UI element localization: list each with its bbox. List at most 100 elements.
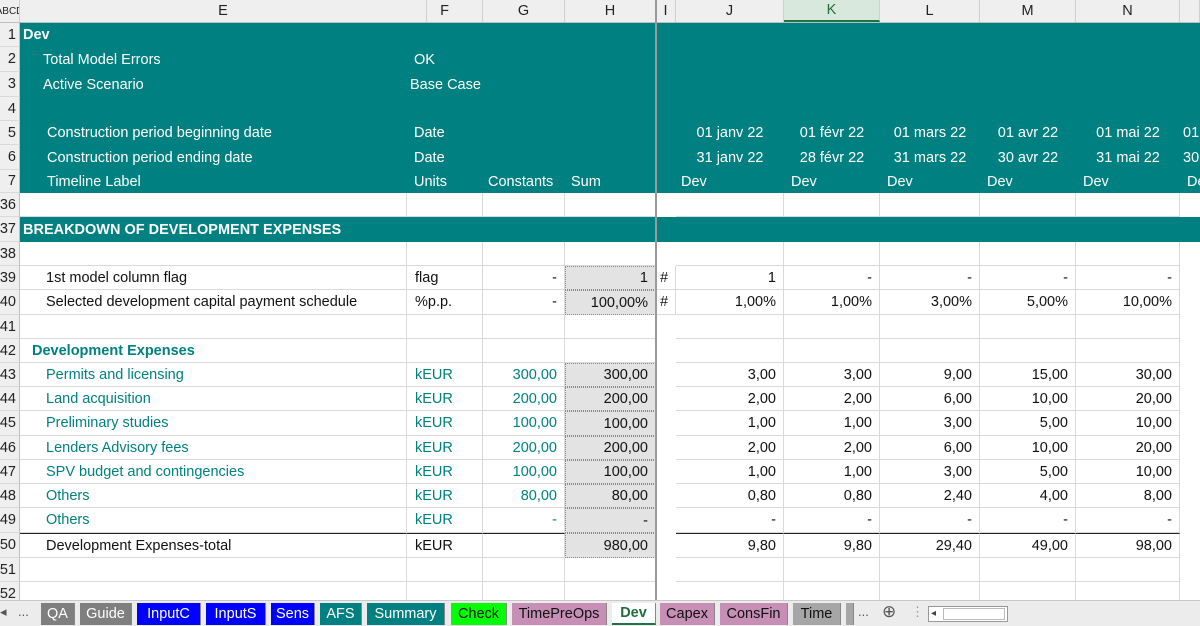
cell[interactable]	[483, 193, 565, 217]
item-value[interactable]: 0,80	[784, 484, 880, 508]
cell[interactable]	[880, 582, 980, 600]
cell[interactable]	[980, 193, 1076, 217]
sheet-tab-summary[interactable]: Summary	[367, 603, 445, 625]
item-label[interactable]: Land acquisition	[20, 387, 407, 411]
item-unit[interactable]: kEUR	[407, 508, 483, 533]
item-value[interactable]: 6,00	[880, 436, 980, 460]
cell[interactable]	[1076, 315, 1180, 339]
total-value[interactable]: 49,00	[980, 533, 1076, 558]
col-header-f[interactable]: F	[407, 0, 483, 22]
item-label[interactable]: Preliminary studies	[20, 411, 407, 436]
cell[interactable]	[980, 315, 1076, 339]
sheet-tab-consfin[interactable]: ConsFin	[720, 603, 788, 625]
item-unit[interactable]: kEUR	[407, 411, 483, 436]
item-label[interactable]: SPV budget and contingencies	[20, 460, 407, 484]
item-sum[interactable]: 80,00	[565, 484, 656, 508]
cell[interactable]	[1076, 242, 1180, 266]
sheet-tab-inputs[interactable]: InputS	[206, 603, 266, 625]
row-number[interactable]: 46	[0, 436, 20, 460]
row-number[interactable]: 7	[0, 170, 20, 193]
item-value[interactable]: 1,00	[676, 411, 784, 436]
flag-sum[interactable]: 1	[565, 266, 656, 290]
cell[interactable]	[565, 339, 656, 363]
total-value[interactable]: 9,80	[784, 533, 880, 558]
item-value[interactable]: -	[1076, 508, 1180, 533]
col-header-h[interactable]: H	[565, 0, 656, 22]
sheet-tab-partial[interactable]	[846, 603, 854, 625]
item-unit[interactable]: kEUR	[407, 460, 483, 484]
end-date-cell[interactable]: 30 avr 22	[980, 145, 1076, 170]
flag-value[interactable]: -	[980, 266, 1076, 290]
item-value[interactable]: 1,00	[676, 460, 784, 484]
item-value[interactable]: 2,00	[784, 436, 880, 460]
item-label[interactable]: Permits and licensing	[20, 363, 407, 387]
item-value[interactable]: 15,00	[980, 363, 1076, 387]
item-sum[interactable]: 200,00	[565, 436, 656, 460]
end-date-cell[interactable]: 31 janv 22	[676, 145, 784, 170]
total-value[interactable]: 9,80	[676, 533, 784, 558]
item-value[interactable]: 2,00	[676, 387, 784, 411]
row-number[interactable]: 45	[0, 411, 20, 436]
schedule-sum[interactable]: 100,00%	[565, 290, 656, 315]
cell[interactable]	[784, 242, 880, 266]
add-sheet-icon[interactable]: ⊕	[882, 602, 896, 622]
sheet-tab-capex[interactable]: Capex	[660, 603, 715, 625]
cell[interactable]	[20, 582, 407, 600]
flag-constant[interactable]: -	[483, 266, 565, 290]
cell[interactable]	[483, 558, 565, 582]
flag-value[interactable]: -	[1076, 266, 1180, 290]
total-value[interactable]: 29,40	[880, 533, 980, 558]
cell[interactable]	[676, 558, 784, 582]
cell[interactable]	[880, 315, 980, 339]
col-header-j[interactable]: J	[676, 0, 784, 22]
cell[interactable]	[565, 315, 656, 339]
row-number[interactable]: 51	[0, 558, 20, 582]
cell[interactable]	[1076, 558, 1180, 582]
begin-date-cell[interactable]: 01 mai 22	[1076, 121, 1180, 145]
item-value[interactable]: 30,00	[1076, 363, 1180, 387]
item-value[interactable]: 1,00	[784, 411, 880, 436]
cell[interactable]	[407, 582, 483, 600]
cell[interactable]	[483, 582, 565, 600]
cell[interactable]	[880, 558, 980, 582]
cell[interactable]	[1076, 193, 1180, 217]
item-sum[interactable]: 200,00	[565, 387, 656, 411]
cell[interactable]	[565, 582, 656, 600]
end-date-cell[interactable]: 31 mai 22	[1076, 145, 1180, 170]
row-number[interactable]: 39	[0, 266, 20, 290]
cell[interactable]	[407, 558, 483, 582]
sheet-tab-afs[interactable]: AFS	[320, 603, 362, 625]
tab-overflow-left-button[interactable]: ...	[18, 604, 29, 619]
row-number[interactable]: 1	[0, 23, 20, 47]
scrollbar-thumb[interactable]	[943, 608, 1005, 620]
item-label[interactable]: Others	[20, 508, 407, 533]
cell[interactable]	[407, 193, 483, 217]
timeline-cell[interactable]: De	[1184, 170, 1200, 193]
cell[interactable]	[407, 242, 483, 266]
cell[interactable]	[980, 558, 1076, 582]
item-value[interactable]: -	[980, 508, 1076, 533]
row-number[interactable]: 5	[0, 121, 20, 145]
row-number[interactable]: 40	[0, 290, 20, 315]
item-unit[interactable]: kEUR	[407, 436, 483, 460]
item-value[interactable]: 3,00	[880, 460, 980, 484]
item-value[interactable]: 10,00	[980, 387, 1076, 411]
item-value[interactable]: 4,00	[980, 484, 1076, 508]
begin-date-cell[interactable]: 01 févr 22	[784, 121, 880, 145]
cell[interactable]	[676, 582, 784, 600]
cell[interactable]	[565, 193, 656, 217]
cell[interactable]	[20, 193, 407, 217]
row-number[interactable]: 49	[0, 508, 20, 533]
cell[interactable]	[565, 242, 656, 266]
timeline-cell[interactable]: Dev	[1080, 170, 1176, 193]
row-number[interactable]: 43	[0, 363, 20, 387]
sheet-tab-qa[interactable]: QA	[41, 603, 75, 625]
item-value[interactable]: -	[784, 508, 880, 533]
splitter-handle-icon[interactable]: ⋮	[911, 604, 924, 620]
row-number[interactable]: 3	[0, 72, 20, 97]
cell[interactable]	[784, 315, 880, 339]
total-constant[interactable]	[483, 533, 565, 558]
spreadsheet-grid[interactable]: ABCD E F G H I J K L M N 1 Dev 2 Total M…	[0, 0, 1200, 600]
total-errors-value[interactable]: OK	[411, 47, 481, 72]
cell[interactable]	[483, 339, 565, 363]
